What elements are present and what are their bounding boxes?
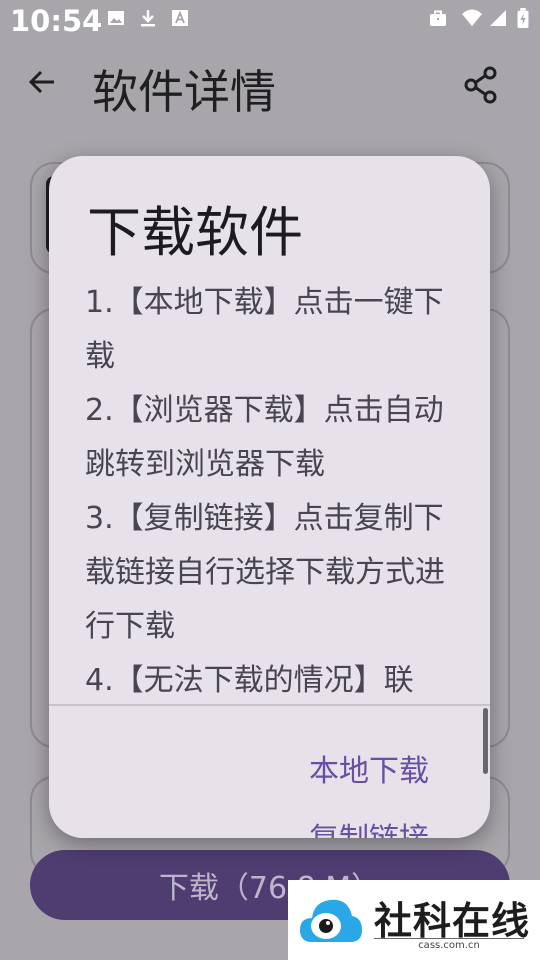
status-time: 10:54 [10,4,103,38]
local-download-button[interactable]: 本地下载 [309,746,429,790]
battery-icon [517,8,529,28]
dialog-body-line: 3.【复制链接】点击复制下载链接自行选择下载方式进行下载 [85,501,445,644]
page-title: 软件详情 [92,65,276,119]
dialog-divider [49,704,490,706]
wifi-icon [462,9,482,26]
status-bar: 10:54 [0,0,540,44]
scrollbar-thumb[interactable] [483,708,488,774]
text-a-icon [172,10,188,26]
briefcase-icon [430,10,446,26]
dialog-body-line: 2.【浏览器下载】点击自动跳转到浏览器下载 [85,393,444,482]
dialog-body-line: 1.【本地下载】点击一键下载 [85,285,444,374]
copy-link-button[interactable]: 复制链接 [309,814,429,838]
image-icon [108,11,124,25]
cloud-logo-icon [300,899,362,942]
dialog-title: 下载软件 [87,201,303,264]
app-bar: 软件详情 [0,44,540,124]
share-icon[interactable] [462,66,500,104]
signal-icon [490,10,506,26]
download-icon [141,10,155,27]
watermark-url: cass.com.cn [374,938,524,951]
watermark: 社科在线 cass.com.cn [288,880,540,960]
download-dialog: 下载软件 1.【本地下载】点击一键下载 2.【浏览器下载】点击自动跳转到浏览器下… [49,156,490,838]
dialog-body-line: 4.【无法下载的情况】联 [85,663,414,698]
watermark-name: 社科在线 [374,899,531,943]
arrow-left-icon[interactable] [26,66,58,98]
dialog-body[interactable]: 1.【本地下载】点击一键下载 2.【浏览器下载】点击自动跳转到浏览器下载 3.【… [85,276,465,706]
